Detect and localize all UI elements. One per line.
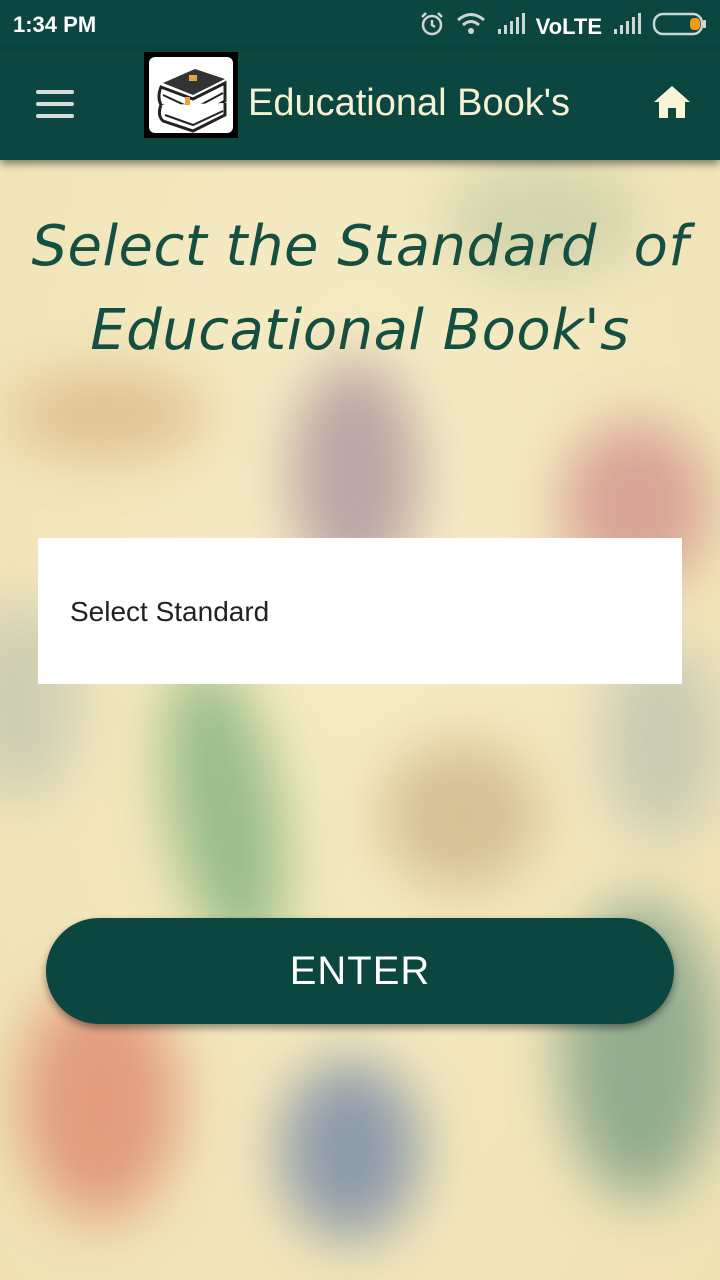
enter-button[interactable]: ENTER <box>46 918 674 1024</box>
status-icons: VoLTE <box>418 10 708 43</box>
heading-line-1: Select the Standard of <box>31 214 689 279</box>
app-bar: Educational Book's <box>0 50 720 160</box>
home-icon[interactable] <box>648 78 696 126</box>
battery-icon <box>652 11 708 42</box>
status-time: 1:34 PM <box>13 12 97 37</box>
status-bar: 1:34 PM VoLTE <box>0 0 720 50</box>
select-standard-dropdown[interactable]: Select Standard <box>38 538 682 684</box>
wifi-icon <box>456 12 486 41</box>
signal-icon <box>612 13 642 40</box>
page-heading: Select the Standard of Educational Book'… <box>30 205 690 373</box>
heading-line-2: Educational Book's <box>90 298 630 363</box>
network-type: VoLTE <box>535 13 602 39</box>
alarm-icon <box>418 10 446 43</box>
app-title: Educational Book's <box>248 82 571 124</box>
signal-icon <box>496 13 526 40</box>
books-logo <box>144 52 238 138</box>
hamburger-menu-icon[interactable] <box>24 78 88 130</box>
select-standard-label: Select Standard <box>70 596 270 627</box>
